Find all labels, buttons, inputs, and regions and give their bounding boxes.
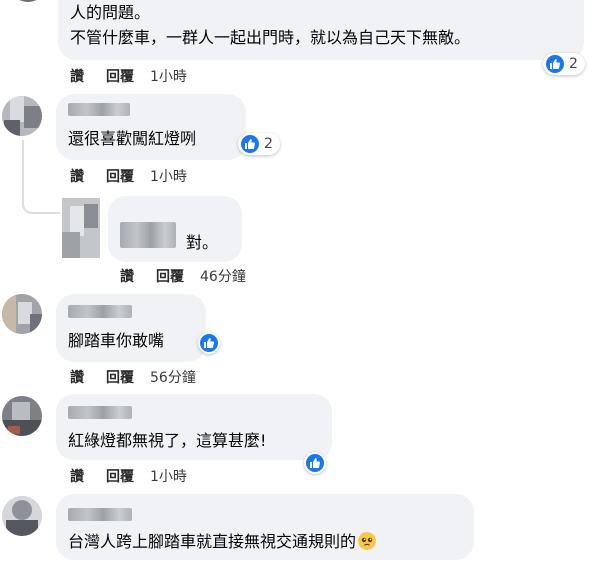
like-button[interactable]: 讚 bbox=[70, 466, 84, 486]
author-name[interactable] bbox=[120, 222, 176, 248]
comment-text: 台灣人跨上腳踏車就直接無視交通規則的 bbox=[68, 531, 377, 553]
reaction-count[interactable]: 2 bbox=[238, 133, 280, 155]
comment-text: 人的問題。 bbox=[70, 3, 151, 22]
avatar[interactable] bbox=[2, 396, 42, 436]
comment-text: 還很喜歡闖紅燈咧 bbox=[68, 129, 197, 148]
like-button[interactable]: 讚 bbox=[70, 367, 84, 387]
like-icon bbox=[546, 55, 564, 73]
avatar[interactable] bbox=[2, 294, 42, 334]
avatar[interactable] bbox=[62, 198, 100, 258]
comment-actions: 讚 回覆 1小時 bbox=[70, 66, 209, 86]
reaction-count[interactable] bbox=[304, 452, 326, 474]
reply-button[interactable]: 回覆 bbox=[106, 66, 134, 86]
avatar[interactable] bbox=[2, 96, 42, 136]
timestamp[interactable]: 1小時 bbox=[150, 466, 187, 486]
reply-button[interactable]: 回覆 bbox=[156, 266, 184, 286]
reaction-count[interactable]: 2 bbox=[543, 53, 585, 75]
avatar[interactable] bbox=[10, 0, 46, 2]
comment-text: 不管什麼車，一群人一起出門時，就以為自己天下無敵。 bbox=[70, 28, 471, 47]
thread-line bbox=[22, 140, 60, 214]
timestamp[interactable]: 1小時 bbox=[150, 66, 187, 86]
reaction-number: 2 bbox=[569, 56, 578, 72]
like-button[interactable]: 讚 bbox=[120, 266, 134, 286]
comment-actions: 讚 回覆 1小時 bbox=[70, 466, 209, 486]
avatar[interactable] bbox=[2, 496, 42, 536]
author-name[interactable] bbox=[68, 103, 130, 116]
comment-text: 腳踏車你敢嘴 bbox=[68, 331, 165, 350]
timestamp[interactable]: 46分鐘 bbox=[200, 266, 246, 286]
author-name[interactable] bbox=[68, 406, 132, 419]
like-icon bbox=[306, 454, 324, 472]
pleading-face-icon bbox=[358, 532, 377, 550]
author-name[interactable] bbox=[68, 305, 132, 318]
comment-actions: 讚 回覆 56分鐘 bbox=[70, 367, 218, 387]
reply-button[interactable]: 回覆 bbox=[106, 367, 134, 387]
reply-button[interactable]: 回覆 bbox=[106, 166, 134, 186]
like-icon bbox=[241, 135, 259, 153]
comment-actions: 讚 回覆 1小時 bbox=[70, 166, 209, 186]
like-button[interactable]: 讚 bbox=[70, 66, 84, 86]
like-button[interactable]: 讚 bbox=[70, 166, 84, 186]
reply-button[interactable]: 回覆 bbox=[106, 466, 134, 486]
comment-actions: 讚 回覆 46分鐘 bbox=[120, 266, 268, 286]
timestamp[interactable]: 56分鐘 bbox=[150, 367, 196, 387]
reaction-count[interactable] bbox=[198, 332, 220, 354]
comment-text: 紅綠燈都無視了，這算甚麼! bbox=[68, 431, 267, 450]
author-name[interactable] bbox=[68, 508, 132, 521]
timestamp[interactable]: 1小時 bbox=[150, 166, 187, 186]
like-icon bbox=[200, 334, 218, 352]
comment-text-body: 台灣人跨上腳踏車就直接無視交通規則的 bbox=[68, 532, 357, 551]
comment-text: 對。 bbox=[186, 233, 219, 252]
reaction-number: 2 bbox=[264, 136, 273, 152]
